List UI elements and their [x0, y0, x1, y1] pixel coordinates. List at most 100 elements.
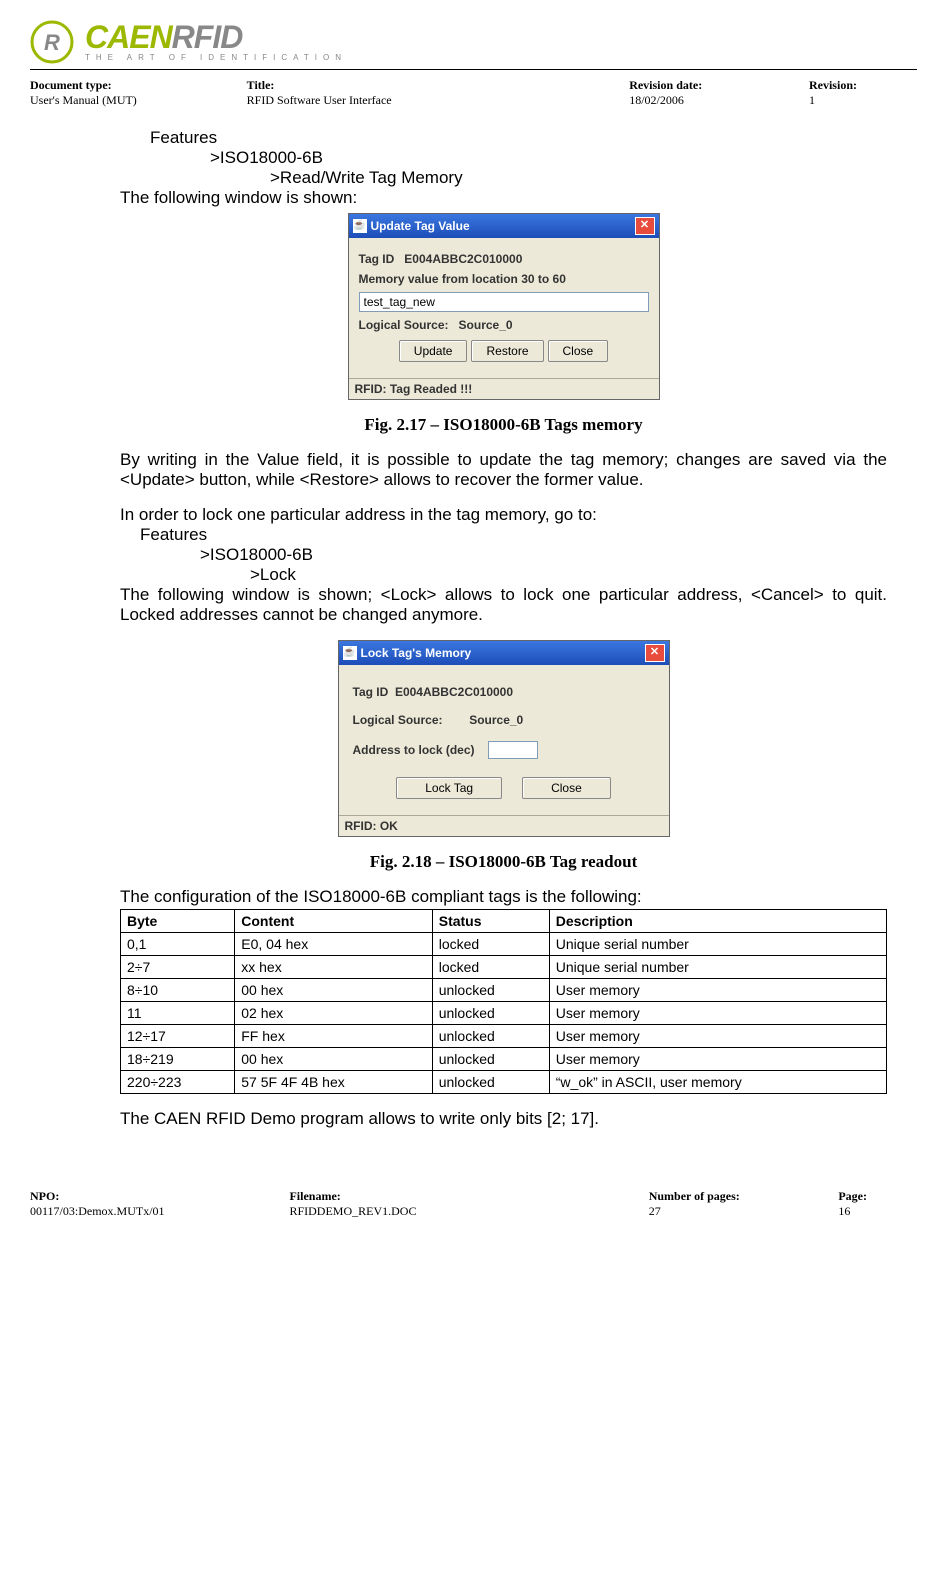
table-cell: 57 5F 4F 4B hex [235, 1071, 432, 1094]
title-label: Title: [247, 78, 570, 93]
paragraph-2: In order to lock one particular address … [120, 505, 887, 525]
npo-value: 00117/03:Demox.MUTx/01 [30, 1204, 239, 1219]
table-cell: unlocked [432, 1025, 549, 1048]
table-row: 220÷22357 5F 4F 4B hexunlocked“w_ok” in … [121, 1071, 887, 1094]
paragraph-1: By writing in the Value field, it is pos… [120, 450, 887, 490]
lock-tag-id-label: Tag ID [353, 685, 389, 699]
close-icon[interactable]: ✕ [645, 644, 665, 662]
close-button[interactable]: Close [548, 340, 609, 362]
table-cell: 00 hex [235, 1048, 432, 1071]
page-footer: NPO: 00117/03:Demox.MUTx/01 Filename: RF… [30, 1189, 917, 1219]
config-table: ByteContentStatusDescription 0,1E0, 04 h… [120, 909, 887, 1094]
table-cell: xx hex [235, 956, 432, 979]
table-header: Content [235, 910, 432, 933]
table-cell: unlocked [432, 979, 549, 1002]
table-cell: FF hex [235, 1025, 432, 1048]
paragraph-3: The following window is shown; <Lock> al… [120, 585, 887, 625]
java-icon: ☕ [353, 219, 367, 233]
title-value: RFID Software User Interface [247, 93, 570, 108]
table-cell: E0, 04 hex [235, 933, 432, 956]
pages-value: 27 [649, 1204, 789, 1219]
nav-features: Features [150, 128, 887, 148]
lock-source-label: Logical Source: [353, 713, 443, 727]
table-row: 12÷17FF hexunlockedUser memory [121, 1025, 887, 1048]
table-cell: unlocked [432, 1071, 549, 1094]
table-cell: unlocked [432, 1048, 549, 1071]
table-cell: 2÷7 [121, 956, 235, 979]
doc-type-label: Document type: [30, 78, 187, 93]
table-cell: 11 [121, 1002, 235, 1025]
filename-value: RFIDDEMO_REV1.DOC [289, 1204, 598, 1219]
logical-source-value: Source_0 [459, 318, 513, 332]
npo-label: NPO: [30, 1189, 239, 1204]
table-cell: Unique serial number [549, 933, 886, 956]
dialog2-titlebar: ☕ Lock Tag's Memory ✕ [339, 641, 669, 665]
table-cell: 18÷219 [121, 1048, 235, 1071]
rev-value: 1 [809, 93, 857, 108]
nav2-lock: >Lock [250, 565, 887, 585]
rev-label: Revision: [809, 78, 857, 93]
table-row: 8÷1000 hexunlockedUser memory [121, 979, 887, 1002]
tag-id-label: Tag ID [359, 252, 395, 266]
table-header: Byte [121, 910, 235, 933]
page-label: Page: [838, 1189, 867, 1204]
lock-status-bar: RFID: OK [339, 815, 669, 836]
memory-value-label: Memory value from location 30 to 60 [359, 272, 649, 286]
svg-text:R: R [44, 30, 60, 55]
rev-date-value: 18/02/2006 [629, 93, 749, 108]
table-cell: 220÷223 [121, 1071, 235, 1094]
lock-tag-dialog: ☕ Lock Tag's Memory ✕ Tag ID E004ABBC2C0… [338, 640, 670, 837]
table-row: 0,1E0, 04 hexlockedUnique serial number [121, 933, 887, 956]
table-cell: 0,1 [121, 933, 235, 956]
update-tag-dialog: ☕ Update Tag Value ✕ Tag ID E004ABBC2C01… [348, 213, 660, 400]
lock-close-button[interactable]: Close [522, 777, 611, 799]
nav-iso: >ISO18000-6B [210, 148, 887, 168]
logo-header: R CAENRFID THE ART OF IDENTIFICATION [30, 20, 917, 70]
lock-tag-id-value: E004ABBC2C010000 [395, 685, 513, 699]
table-header: Status [432, 910, 549, 933]
figure-caption-2: Fig. 2.18 – ISO18000-6B Tag readout [120, 852, 887, 872]
page-value: 16 [838, 1204, 867, 1219]
memory-value-input[interactable] [359, 292, 649, 312]
nav2-iso: >ISO18000-6B [200, 545, 887, 565]
status-bar: RFID: Tag Readed !!! [349, 378, 659, 399]
figure-caption-1: Fig. 2.17 – ISO18000-6B Tags memory [120, 415, 887, 435]
table-row: 2÷7xx hexlockedUnique serial number [121, 956, 887, 979]
nav2-features: Features [140, 525, 887, 545]
document-metadata-header: Document type: User's Manual (MUT) Title… [30, 78, 917, 108]
table-cell: User memory [549, 979, 886, 1002]
table-cell: locked [432, 956, 549, 979]
table-cell: 00 hex [235, 979, 432, 1002]
table-intro: The configuration of the ISO18000-6B com… [120, 887, 887, 907]
logo-tagline: THE ART OF IDENTIFICATION [85, 53, 347, 62]
dialog2-title: Lock Tag's Memory [361, 646, 472, 660]
rev-date-label: Revision date: [629, 78, 749, 93]
dialog-title: Update Tag Value [371, 219, 470, 233]
text-following-window-1: The following window is shown: [120, 188, 887, 208]
table-cell: 8÷10 [121, 979, 235, 1002]
table-row: 18÷21900 hexunlockedUser memory [121, 1048, 887, 1071]
restore-button[interactable]: Restore [471, 340, 543, 362]
logical-source-label: Logical Source: [359, 318, 449, 332]
table-row: 1102 hexunlockedUser memory [121, 1002, 887, 1025]
address-lock-input[interactable] [488, 741, 538, 759]
table-cell: 12÷17 [121, 1025, 235, 1048]
final-line: The CAEN RFID Demo program allows to wri… [120, 1109, 887, 1129]
table-cell: User memory [549, 1025, 886, 1048]
logo-r-icon: R [30, 20, 75, 65]
filename-label: Filename: [289, 1189, 598, 1204]
table-header: Description [549, 910, 886, 933]
update-button[interactable]: Update [399, 340, 468, 362]
close-icon[interactable]: ✕ [635, 217, 655, 235]
address-lock-label: Address to lock (dec) [353, 743, 475, 757]
dialog-titlebar: ☕ Update Tag Value ✕ [349, 214, 659, 238]
tag-id-value: E004ABBC2C010000 [404, 252, 522, 266]
java-icon: ☕ [343, 646, 357, 660]
table-cell: User memory [549, 1002, 886, 1025]
logo-text: CAENRFID THE ART OF IDENTIFICATION [85, 23, 347, 63]
table-cell: 02 hex [235, 1002, 432, 1025]
table-cell: User memory [549, 1048, 886, 1071]
pages-label: Number of pages: [649, 1189, 789, 1204]
lock-tag-button[interactable]: Lock Tag [396, 777, 502, 799]
lock-source-value: Source_0 [469, 713, 523, 727]
